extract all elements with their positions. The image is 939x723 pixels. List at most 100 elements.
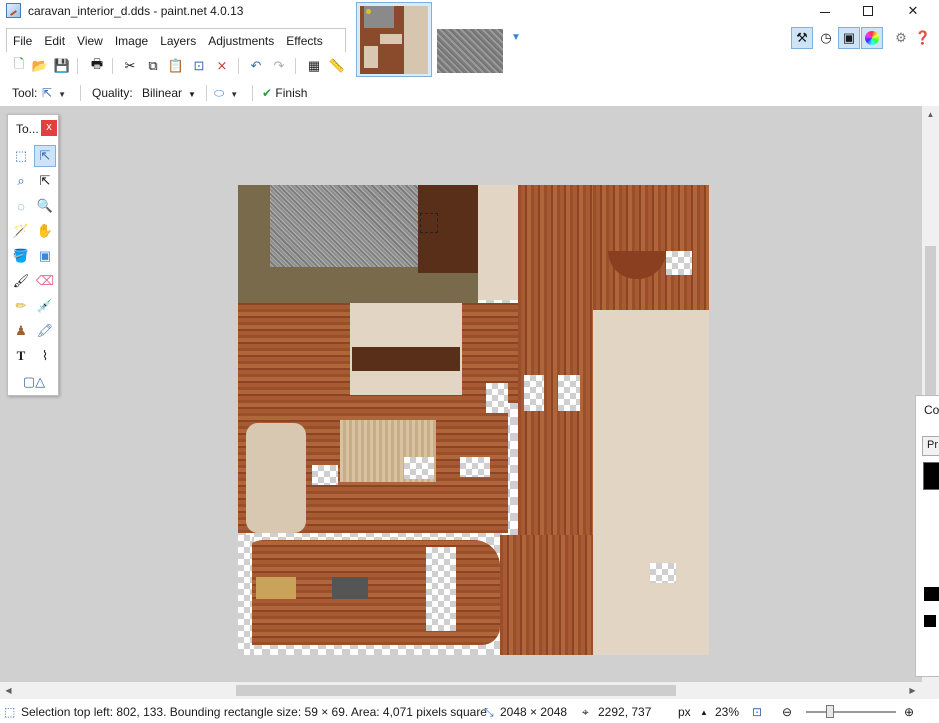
primary-color-button[interactable]: Pr xyxy=(922,436,939,456)
primary-color-swatch[interactable] xyxy=(923,462,939,490)
new-image-icon[interactable]: 🗋 xyxy=(9,56,29,76)
quality-label: Quality: xyxy=(92,86,133,100)
move-selected-pixels-icon[interactable]: ⇱ xyxy=(34,145,56,167)
grid-icon[interactable]: ▦ xyxy=(304,56,324,76)
horizontal-scroll-thumb[interactable] xyxy=(236,685,676,696)
colors-window: Co Pr xyxy=(915,395,939,677)
close-button[interactable]: ✕ xyxy=(890,0,936,22)
image-canvas[interactable] xyxy=(238,185,709,655)
paste-icon[interactable]: 📋 xyxy=(166,56,186,76)
window-title: caravan_interior_d.dds - paint.net 4.0.1… xyxy=(28,4,244,18)
maximize-button[interactable] xyxy=(845,0,891,22)
units-dropdown[interactable]: px xyxy=(678,705,691,719)
image-tabs-dropdown-icon[interactable]: ▼ xyxy=(509,32,523,46)
canvas-region xyxy=(332,577,368,599)
menu-layers[interactable]: Layers xyxy=(154,30,202,52)
status-bar: ⬚ Selection top left: 802, 133. Bounding… xyxy=(0,700,939,723)
rulers-icon[interactable]: 📏 xyxy=(327,56,347,76)
canvas-workspace[interactable] xyxy=(0,106,922,682)
clone-stamp-icon[interactable]: ♟ xyxy=(10,320,32,342)
paintbrush-icon[interactable]: 🖌 xyxy=(10,270,32,292)
redo-icon[interactable]: ↷ xyxy=(269,56,289,76)
menu-effects[interactable]: Effects xyxy=(280,30,328,52)
move-selection-icon[interactable]: ⇱ xyxy=(34,170,56,192)
canvas-region xyxy=(666,251,692,275)
save-icon[interactable]: 💾 xyxy=(52,56,72,76)
scroll-left-icon[interactable]: ◀ xyxy=(0,682,17,699)
tools-window-toggle-icon[interactable]: ⚒ xyxy=(791,27,813,49)
colors-wheel-icon[interactable] xyxy=(861,27,883,49)
open-folder-icon[interactable]: 📂 xyxy=(30,56,50,76)
cursor-position: 2292, 737 xyxy=(598,705,652,719)
paint-bucket-icon[interactable]: 🪣 xyxy=(10,245,32,267)
ellipse-select-icon[interactable]: ◌ xyxy=(10,195,32,217)
gradient-icon[interactable]: ▣ xyxy=(34,245,56,267)
title-bar: caravan_interior_d.dds - paint.net 4.0.1… xyxy=(0,0,939,22)
tools-window-title: To... xyxy=(16,122,39,136)
pan-hand-icon[interactable]: ✋ xyxy=(34,220,56,242)
toolbar: 🗋 📂 💾 🖶 ✂ ⧉ 📋 ⊡ ⨯ ↶ ↷ ▦ 📏 xyxy=(0,53,939,79)
menu-edit[interactable]: Edit xyxy=(38,30,71,52)
tool-move-selected-icon[interactable]: ⇱ ▼ xyxy=(42,86,66,100)
image-size: 2048 × 2048 xyxy=(500,705,568,719)
cut-icon[interactable]: ✂ xyxy=(120,56,140,76)
rectangle-select-icon[interactable]: ⬚ xyxy=(10,145,32,167)
menu-file[interactable]: File xyxy=(7,30,38,52)
canvas-region xyxy=(500,535,593,655)
colors-window-title: Co xyxy=(924,403,939,417)
menu-image[interactable]: Image xyxy=(109,30,154,52)
color-picker-icon[interactable]: 💉 xyxy=(34,295,56,317)
selection-handles[interactable] xyxy=(420,213,438,233)
minimize-icon xyxy=(820,11,830,13)
copy-icon[interactable]: ⧉ xyxy=(143,56,163,76)
chevron-up-icon[interactable]: ▲ xyxy=(700,708,708,717)
menu-adjustments[interactable]: Adjustments xyxy=(202,30,280,52)
small-color-swatch[interactable] xyxy=(924,587,939,601)
canvas-region xyxy=(270,185,442,267)
deselect-icon[interactable]: ⨯ xyxy=(212,56,232,76)
undo-icon[interactable]: ↶ xyxy=(246,56,266,76)
crop-to-selection-icon[interactable]: ⊡ xyxy=(189,56,209,76)
lasso-select-icon[interactable]: ⌕ xyxy=(10,170,32,192)
options-divider xyxy=(206,85,207,101)
layers-window-toggle-icon[interactable]: ▣ xyxy=(838,27,860,49)
finish-button[interactable]: ✔ Finish xyxy=(262,86,307,100)
zoom-icon[interactable]: 🔍 xyxy=(34,195,56,217)
quality-value: Bilinear xyxy=(142,86,183,100)
minimize-button[interactable] xyxy=(802,0,848,22)
tools-window-close-icon[interactable]: x xyxy=(41,120,57,136)
zoom-level[interactable]: 23% xyxy=(715,705,739,719)
eraser-icon[interactable]: ⌫ xyxy=(34,270,56,292)
menu-view[interactable]: View xyxy=(71,30,109,52)
line-curve-icon[interactable]: ⌇ xyxy=(34,345,56,367)
zoom-to-window-icon[interactable]: ⊡ xyxy=(752,705,762,719)
zoom-slider[interactable] xyxy=(806,711,896,713)
help-icon[interactable]: ❓ xyxy=(912,27,934,49)
magic-wand-icon[interactable]: 🪄 xyxy=(10,220,32,242)
canvas-region xyxy=(593,185,709,310)
text-tool-icon[interactable]: T xyxy=(10,345,32,367)
scroll-right-icon[interactable]: ▶ xyxy=(904,682,921,699)
tool-options-bar: Tool: ⇱ ▼ Quality: Bilinear ▼ ⬭ ▼ ✔ Finish xyxy=(0,81,939,105)
image-size-icon: ⤡ xyxy=(484,705,494,719)
canvas-region xyxy=(246,423,306,533)
small-color-swatch[interactable] xyxy=(924,615,936,627)
checkmark-icon: ✔ xyxy=(262,86,273,100)
selection-icon: ⬚ xyxy=(4,705,16,719)
quality-dropdown[interactable]: Bilinear ▼ xyxy=(142,86,196,100)
print-icon[interactable]: 🖶 xyxy=(87,56,107,76)
scroll-up-icon[interactable]: ▲ xyxy=(922,106,939,123)
zoom-slider-thumb[interactable] xyxy=(826,705,834,718)
shapes-icon[interactable]: ▢△ xyxy=(16,371,52,393)
horizontal-scrollbar[interactable]: ◀ ▶ xyxy=(0,682,922,699)
recolor-icon[interactable]: 🖍 xyxy=(34,320,56,342)
settings-gear-icon[interactable]: ⚙ xyxy=(890,27,912,49)
canvas-region xyxy=(558,375,580,411)
antialiasing-icon[interactable]: ⬭ ▼ xyxy=(214,86,238,101)
options-divider xyxy=(252,85,253,101)
selection-info: Selection top left: 802, 133. Bounding r… xyxy=(21,705,487,719)
zoom-in-icon[interactable]: ⊕ xyxy=(904,705,914,719)
history-clock-icon[interactable]: ◷ xyxy=(815,27,837,49)
pencil-icon[interactable]: ✏ xyxy=(10,295,32,317)
zoom-out-icon[interactable]: ⊖ xyxy=(782,705,792,719)
